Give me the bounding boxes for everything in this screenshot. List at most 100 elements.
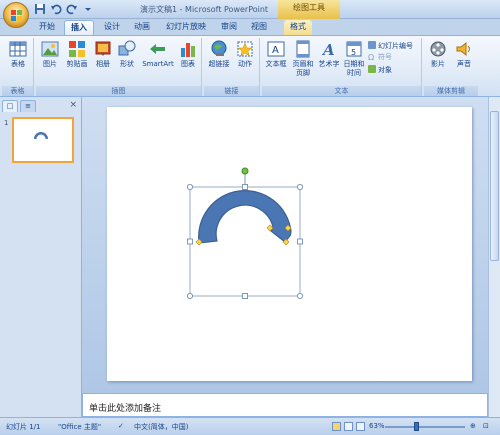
slides-tab[interactable]: □: [2, 100, 18, 112]
symbol-label: 符号: [378, 53, 392, 61]
tab-slideshow[interactable]: 幻灯片放映: [160, 20, 212, 35]
shapes-button[interactable]: 形状: [116, 40, 138, 69]
table-icon: [9, 40, 27, 58]
action-star-icon: [236, 40, 254, 58]
office-button[interactable]: [3, 2, 29, 28]
tab-insert[interactable]: 插入: [64, 20, 94, 35]
datetime-label-line2: 时间: [347, 69, 361, 77]
outline-tab[interactable]: ≡: [20, 100, 36, 112]
datetime-button[interactable]: 5 日期和 时间: [342, 40, 366, 78]
textbox-button[interactable]: A 文本框: [263, 40, 289, 69]
table-button[interactable]: 表格: [5, 40, 31, 69]
action-button[interactable]: 动作: [233, 40, 257, 69]
smartart-icon: [149, 40, 167, 58]
vertical-scrollbar[interactable]: [488, 97, 500, 417]
object-button[interactable]: 对象: [368, 65, 392, 75]
table-label: 表格: [11, 60, 25, 68]
group-illustrations: 图片 剪贴画 相册 形状 SmartArt 图表 插图: [36, 38, 202, 96]
slide-count: 幻灯片 1/1: [6, 423, 41, 431]
chart-button[interactable]: 图表: [176, 40, 200, 69]
spellcheck-icon[interactable]: ✓: [118, 422, 124, 430]
svg-text:A: A: [321, 41, 335, 58]
thumbnail-number: 1: [4, 119, 9, 127]
shapes-icon: [118, 40, 136, 58]
tab-design[interactable]: 设计: [98, 20, 126, 35]
zoom-slider[interactable]: [385, 426, 465, 428]
slide-number-label: 幻灯片编号: [378, 42, 413, 50]
language[interactable]: 中文(简体，中国): [134, 422, 188, 432]
tab-format[interactable]: 格式: [284, 20, 312, 35]
photo-album-icon: [94, 40, 112, 58]
clipart-label: 剪贴画: [66, 60, 88, 68]
smartart-button[interactable]: SmartArt: [140, 40, 176, 69]
chart-label: 图表: [181, 60, 195, 68]
tab-home[interactable]: 开始: [32, 20, 62, 35]
block-arc-shape[interactable]: [198, 190, 292, 244]
slides-pane: □ ≡ × 1: [0, 97, 82, 417]
wordart-button[interactable]: A 艺术字: [317, 40, 341, 69]
header-footer-label-line1: 页眉和: [292, 60, 314, 68]
theme-name: "Office 主题": [58, 423, 102, 431]
shapes-label: 形状: [120, 60, 134, 68]
svg-text:5: 5: [351, 48, 356, 57]
slide-number-button[interactable]: 幻灯片编号: [368, 41, 413, 51]
slide-sorter-view-button[interactable]: [344, 422, 353, 431]
normal-view-button[interactable]: [332, 422, 341, 431]
tab-animations[interactable]: 动画: [128, 20, 156, 35]
chart-icon: [179, 40, 197, 58]
office-logo-icon: [11, 10, 22, 21]
slideshow-view-button[interactable]: [356, 422, 365, 431]
undo-icon[interactable]: [50, 3, 62, 15]
tab-view[interactable]: 视图: [246, 20, 272, 35]
movie-button[interactable]: 影片: [426, 40, 450, 69]
tab-review[interactable]: 审阅: [216, 20, 242, 35]
object-label: 对象: [378, 66, 392, 74]
hyperlink-globe-icon: [210, 40, 228, 58]
sound-label: 声音: [457, 60, 471, 68]
zoom-in-icon[interactable]: ⊕: [470, 422, 476, 430]
datetime-label-line1: 日期和: [343, 60, 365, 68]
svg-text:A: A: [272, 45, 279, 56]
title-bar: 演示文稿1 - Microsoft PowerPoint 绘图工具: [0, 0, 500, 28]
pane-tabs: □ ≡ ×: [2, 100, 80, 113]
group-label-media: 媒体剪辑: [424, 86, 478, 96]
fit-to-window-icon[interactable]: ⊡: [483, 422, 489, 430]
album-button[interactable]: 相册: [92, 40, 114, 69]
symbol-button[interactable]: Ω 符号: [368, 53, 392, 62]
action-label: 动作: [238, 60, 252, 68]
customize-qat-icon[interactable]: [82, 3, 94, 15]
film-reel-icon: [429, 40, 447, 58]
save-icon[interactable]: [34, 3, 46, 15]
picture-button[interactable]: 图片: [38, 40, 62, 69]
sound-button[interactable]: 声音: [452, 40, 476, 69]
rotate-handle[interactable]: [241, 167, 249, 175]
hyperlink-label: 超链接: [208, 60, 230, 68]
clipart-button[interactable]: 剪贴画: [64, 40, 90, 69]
speaker-icon: [455, 40, 473, 58]
group-text: A 文本框 页眉和 页脚 A 艺术字 5 日期和 时间 幻灯片编号 Ω 符号 对…: [262, 38, 422, 96]
quick-access-toolbar: [34, 3, 94, 15]
group-label-tables: 表格: [2, 86, 33, 96]
thumbnail-arc-shape: [34, 132, 48, 139]
slide-drawing: [186, 167, 304, 300]
header-footer-button[interactable]: 页眉和 页脚: [290, 40, 316, 78]
redo-icon[interactable]: [66, 3, 78, 15]
group-links: 超链接 动作 链接: [204, 38, 260, 96]
clipart-icon: [68, 40, 86, 58]
slide-canvas[interactable]: [107, 107, 472, 381]
ribbon: 表格 表格 图片 剪贴画 相册 形状 SmartArt 图表 插图 超链接 动作…: [0, 35, 500, 97]
group-media: 影片 声音 媒体剪辑: [424, 38, 478, 96]
hyperlink-button[interactable]: 超链接: [206, 40, 232, 69]
zoom-slider-knob[interactable]: [414, 422, 419, 431]
zoom-level[interactable]: 63%: [369, 422, 385, 430]
notes-pane[interactable]: 单击此处添加备注: [82, 393, 488, 417]
scrollbar-thumb[interactable]: [490, 111, 499, 261]
header-footer-label-line2: 页脚: [296, 69, 310, 77]
textbox-icon: A: [267, 40, 285, 58]
omega-icon: Ω: [368, 53, 375, 62]
slide-number-icon: [368, 41, 376, 49]
group-tables: 表格 表格: [2, 38, 34, 96]
slide-thumbnail[interactable]: [12, 117, 74, 163]
close-pane-icon[interactable]: ×: [69, 100, 77, 110]
status-bar: 幻灯片 1/1 "Office 主题" ✓ 中文(简体，中国) 63% ⊕ ⊡: [0, 417, 500, 435]
